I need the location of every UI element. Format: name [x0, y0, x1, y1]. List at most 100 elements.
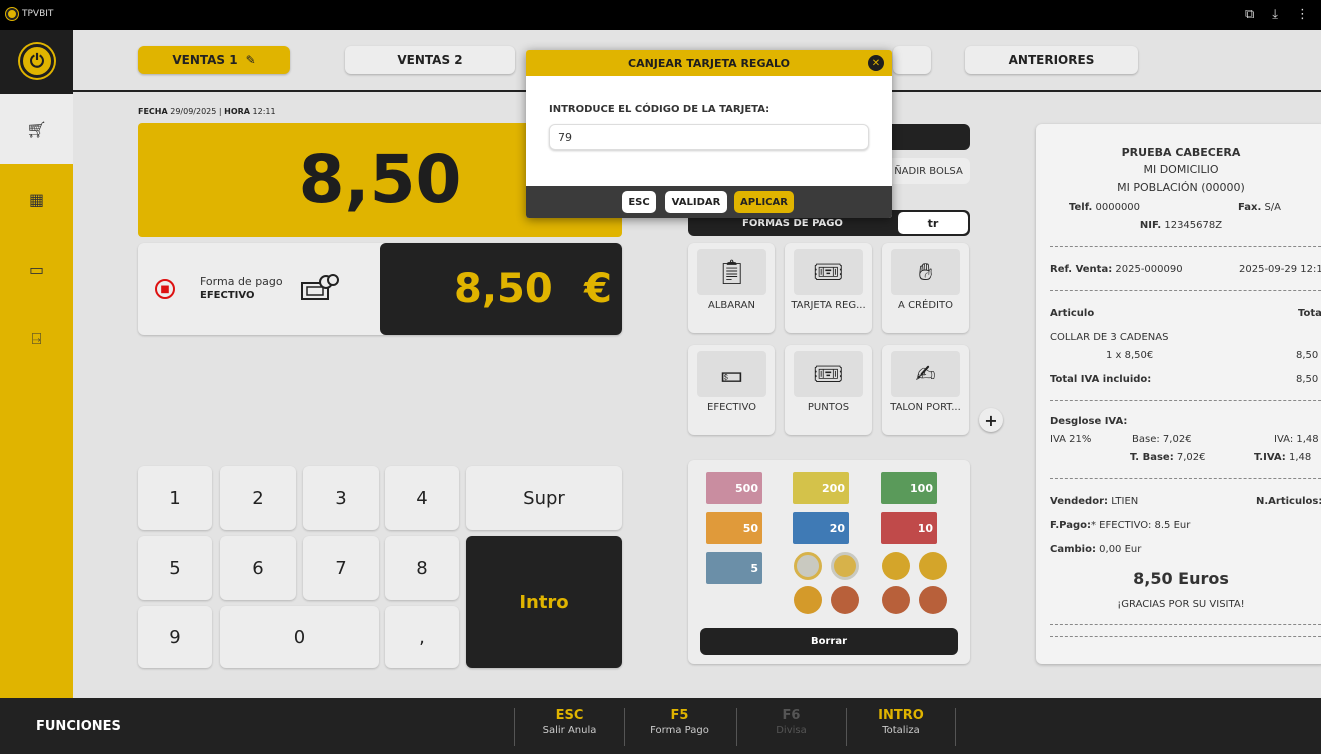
fkey-esc[interactable]: ESC Salir Anula — [514, 708, 624, 746]
note-20[interactable]: 20 — [793, 512, 849, 544]
divider — [1050, 478, 1321, 479]
key-9[interactable]: 9 — [138, 606, 212, 668]
cash-icon — [301, 274, 339, 300]
gift-card-icon: 🎟︎ — [794, 249, 863, 295]
tiva-label: T.IVA: — [1254, 452, 1286, 463]
sidebar-item-exit[interactable]: ⍈ — [0, 304, 73, 374]
coin-1-cent[interactable] — [919, 586, 947, 614]
fkey-desc: Totaliza — [882, 725, 920, 736]
key-supr[interactable]: Supr — [466, 466, 622, 530]
fkey-f6[interactable]: F6 Divisa — [736, 708, 846, 746]
key-7[interactable]: 7 — [303, 536, 379, 600]
receipt-header-1: PRUEBA CABECERA — [1121, 146, 1241, 159]
validar-button[interactable]: VALIDAR — [665, 191, 727, 213]
hora-value: 12:11 — [252, 107, 276, 116]
tab-ventas-1[interactable]: VENTAS 1 ✎ — [138, 46, 290, 74]
delete-payment-icon[interactable]: ■ — [155, 279, 175, 299]
coin-20-cent[interactable] — [919, 552, 947, 580]
fpago-value: * EFECTIVO: 8.5 Eur — [1091, 520, 1191, 531]
key-2[interactable]: 2 — [220, 466, 296, 530]
coin-2-euro[interactable] — [794, 552, 822, 580]
close-icon[interactable]: ✕ — [868, 55, 884, 71]
base-line: Base: 7,02€ — [1132, 434, 1192, 445]
coin-2-cent[interactable] — [882, 586, 910, 614]
esc-button[interactable]: ESC — [622, 191, 656, 213]
pay-method-efectivo[interactable]: 💵︎ EFECTIVO — [688, 345, 775, 435]
fkey-desc: Salir Anula — [542, 725, 597, 736]
modal-footer: ESC VALIDAR APLICAR — [526, 186, 892, 218]
key-comma[interactable]: , — [385, 606, 459, 668]
pay-method-puntos[interactable]: 🎟︎ PUNTOS — [785, 345, 872, 435]
key-1[interactable]: 1 — [138, 466, 212, 530]
add-payment-method-button[interactable]: + — [979, 408, 1003, 432]
sidebar-item-cart[interactable]: 🛒︎ — [0, 94, 73, 164]
clear-button[interactable]: Borrar — [700, 628, 958, 655]
iva-line: IVA: 1,48 — [1274, 434, 1319, 445]
key-0[interactable]: 0 — [220, 606, 379, 668]
iva-value: 1,48 — [1296, 434, 1319, 445]
tab-label: ANTERIORES — [1008, 53, 1095, 67]
search-bar-dark[interactable] — [887, 124, 970, 150]
note-10[interactable]: 10 — [881, 512, 937, 544]
pay-method-albaran[interactable]: 📋︎ ALBARAN — [688, 243, 775, 333]
tab-anteriores[interactable]: ANTERIORES — [965, 46, 1138, 74]
sidebar-item-register[interactable]: ▦ — [0, 164, 73, 234]
note-200[interactable]: 200 — [793, 472, 849, 504]
payment-currency: € — [584, 266, 612, 312]
function-bar: FUNCIONES ESC Salir Anula F5 Forma Pago … — [0, 698, 1321, 754]
fkey-f5[interactable]: F5 Forma Pago — [624, 708, 734, 746]
window-controls: ⧉ ⤓ ⋮ — [1245, 7, 1309, 22]
note-100[interactable]: 100 — [881, 472, 937, 504]
fkey-key: F5 — [670, 708, 689, 723]
key-4[interactable]: 4 — [385, 466, 459, 530]
cash-icon: 💵︎ — [697, 351, 766, 397]
sidebar-item-money[interactable]: ▭ — [0, 234, 73, 304]
aplicar-button[interactable]: APLICAR — [734, 191, 794, 213]
fpago-label: F.Pago: — [1050, 520, 1091, 531]
coin-10-cent[interactable] — [794, 586, 822, 614]
tiva-value: 1,48 — [1289, 452, 1312, 463]
divider — [1050, 624, 1321, 625]
modal-header: CANJEAR TARJETA REGALO ✕ — [526, 50, 892, 76]
note-50[interactable]: 50 — [706, 512, 762, 544]
pay-method-label: TARJETA REG... — [791, 300, 866, 311]
add-bag-button[interactable]: ÑADIR BOLSA — [887, 158, 970, 184]
tab-ventas-2[interactable]: VENTAS 2 — [345, 46, 515, 74]
tab-label: VENTAS 1 — [172, 53, 238, 67]
pay-method-label: EFECTIVO — [707, 402, 756, 413]
pay-method-tarjeta-regalo[interactable]: 🎟︎ TARJETA REG... — [785, 243, 872, 333]
key-8[interactable]: 8 — [385, 536, 459, 600]
coin-50-cent[interactable] — [882, 552, 910, 580]
key-intro[interactable]: Intro — [466, 536, 622, 668]
download-icon[interactable]: ⤓ — [1272, 7, 1278, 22]
fkey-intro[interactable]: INTRO Totaliza — [846, 708, 956, 746]
receipt-ticket: PRUEBA CABECERA MI DOMICILIO MI POBLACIÓ… — [1036, 124, 1321, 664]
tab-hidden[interactable] — [893, 46, 931, 74]
divider — [1050, 636, 1321, 637]
pay-method-talon[interactable]: ✍︎ TALON PORT... — [882, 345, 969, 435]
fecha-label: FECHA — [138, 107, 168, 116]
coin-1-euro[interactable] — [831, 552, 859, 580]
divider — [1050, 246, 1321, 247]
divider — [1050, 400, 1321, 401]
cash-register-icon: ▦ — [28, 189, 45, 209]
date-time: FECHA 29/09/2025 | HORA 12:11 — [138, 107, 276, 116]
key-3[interactable]: 3 — [303, 466, 379, 530]
key-5[interactable]: 5 — [138, 536, 212, 600]
payment-amount: 8,50 € — [380, 243, 622, 335]
more-icon[interactable]: ⋮ — [1296, 7, 1309, 22]
payment-methods-toggle[interactable]: tr — [898, 212, 968, 234]
power-icon[interactable]: ⏻ — [20, 44, 54, 78]
coin-5-cent[interactable] — [831, 586, 859, 614]
note-500[interactable]: 500 — [706, 472, 762, 504]
fkey-key: INTRO — [878, 708, 924, 723]
funciones-label: FUNCIONES — [36, 719, 121, 734]
pay-method-credito[interactable]: ✋︎ A CRÉDITO — [882, 243, 969, 333]
note-5[interactable]: 5 — [706, 552, 762, 584]
key-6[interactable]: 6 — [220, 536, 296, 600]
gift-card-code-input[interactable] — [549, 124, 869, 150]
extensions-icon[interactable]: ⧉ — [1245, 7, 1254, 22]
base-value: 7,02€ — [1162, 434, 1192, 445]
cambio-label: Cambio: — [1050, 544, 1096, 555]
gift-card-modal: CANJEAR TARJETA REGALO ✕ INTRODUCE EL CÓ… — [526, 50, 892, 218]
